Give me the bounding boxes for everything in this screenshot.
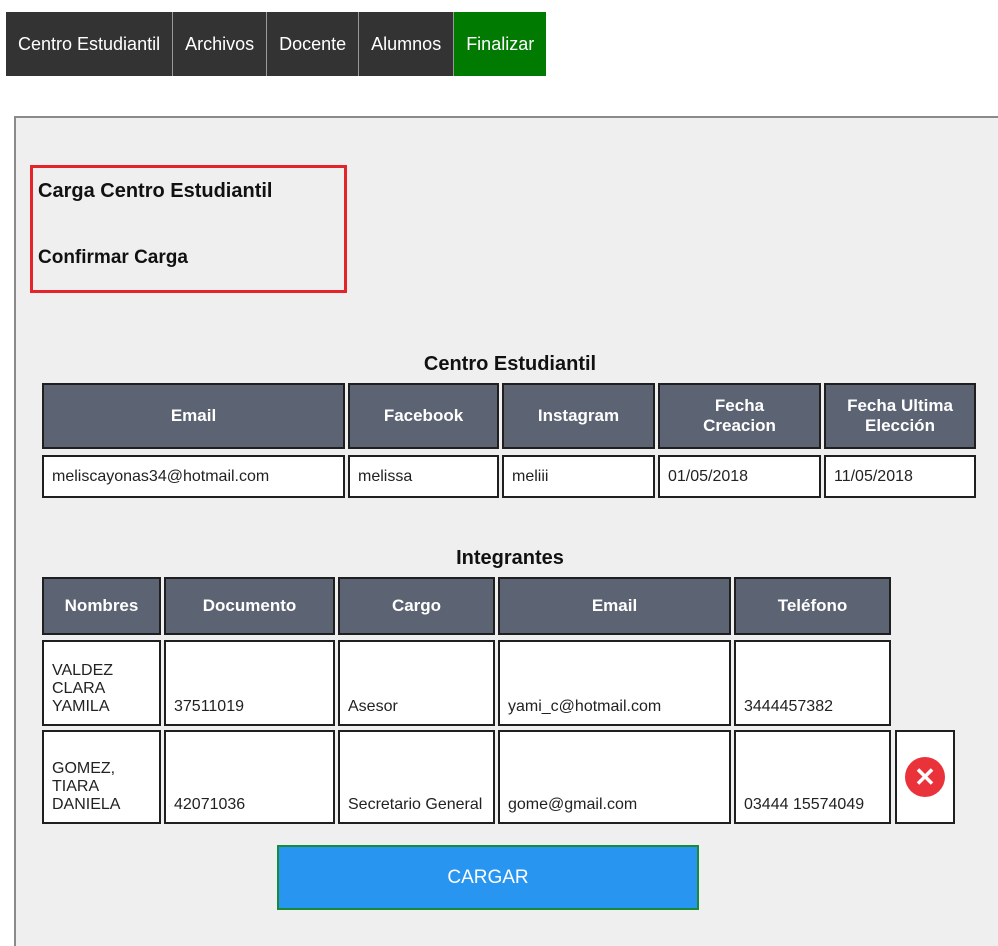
tab-docente[interactable]: Docente (267, 12, 360, 76)
integrante-1-cargo: Asesor (338, 640, 495, 726)
integrantes-header-documento: Documento (164, 577, 335, 635)
centro-cell-fecha-eleccion: 11/05/2018 (824, 455, 976, 498)
panel-title: Carga Centro Estudiantil (38, 180, 273, 202)
integrante-1-email: yami_c@hotmail.com (498, 640, 731, 726)
centro-cell-facebook: melissa (348, 455, 499, 498)
centro-header-instagram: Instagram (502, 383, 655, 449)
delete-integrante-button[interactable]: ✕ (895, 730, 955, 824)
tab-alumnos[interactable]: Alumnos (359, 12, 455, 76)
integrantes-header-telefono: Teléfono (734, 577, 891, 635)
centro-header-fecha-creacion: Fecha Creacion (658, 383, 821, 449)
cargar-button[interactable]: CARGAR (277, 845, 699, 910)
integrante-2-documento: 42071036 (164, 730, 335, 824)
close-circle-icon: ✕ (905, 757, 945, 797)
tab-centro-estudiantil[interactable]: Centro Estudiantil (6, 12, 174, 76)
tab-archivos[interactable]: Archivos (173, 12, 268, 76)
centro-cell-instagram: meliii (502, 455, 655, 498)
centro-cell-email: meliscayonas34@hotmail.com (42, 455, 345, 498)
integrante-2-email: gome@gmail.com (498, 730, 731, 824)
integrante-2-cargo: Secretario General (338, 730, 495, 824)
tab-bar: Centro Estudiantil Archivos Docente Alum… (6, 12, 547, 76)
integrante-2-telefono: 03444 15574049 (734, 730, 891, 824)
integrante-2-nombre: GOMEZ, TIARA DANIELA (42, 730, 161, 824)
centro-header-facebook: Facebook (348, 383, 499, 449)
centro-header-fecha-eleccion: Fecha Ultima Elección (824, 383, 976, 449)
centro-table-title: Centro Estudiantil (423, 353, 597, 375)
integrantes-header-cargo: Cargo (338, 577, 495, 635)
integrante-1-documento: 37511019 (164, 640, 335, 726)
centro-cell-fecha-creacion: 01/05/2018 (658, 455, 821, 498)
integrantes-header-nombres: Nombres (42, 577, 161, 635)
integrante-1-telefono: 3444457382 (734, 640, 891, 726)
integrantes-header-email: Email (498, 577, 731, 635)
panel-subtitle: Confirmar Carga (38, 247, 188, 268)
integrante-1-nombre: VALDEZ CLARA YAMILA (42, 640, 161, 726)
centro-header-email: Email (42, 383, 345, 449)
integrantes-table-title: Integrantes (456, 547, 564, 569)
tab-finalizar[interactable]: Finalizar (454, 12, 547, 76)
